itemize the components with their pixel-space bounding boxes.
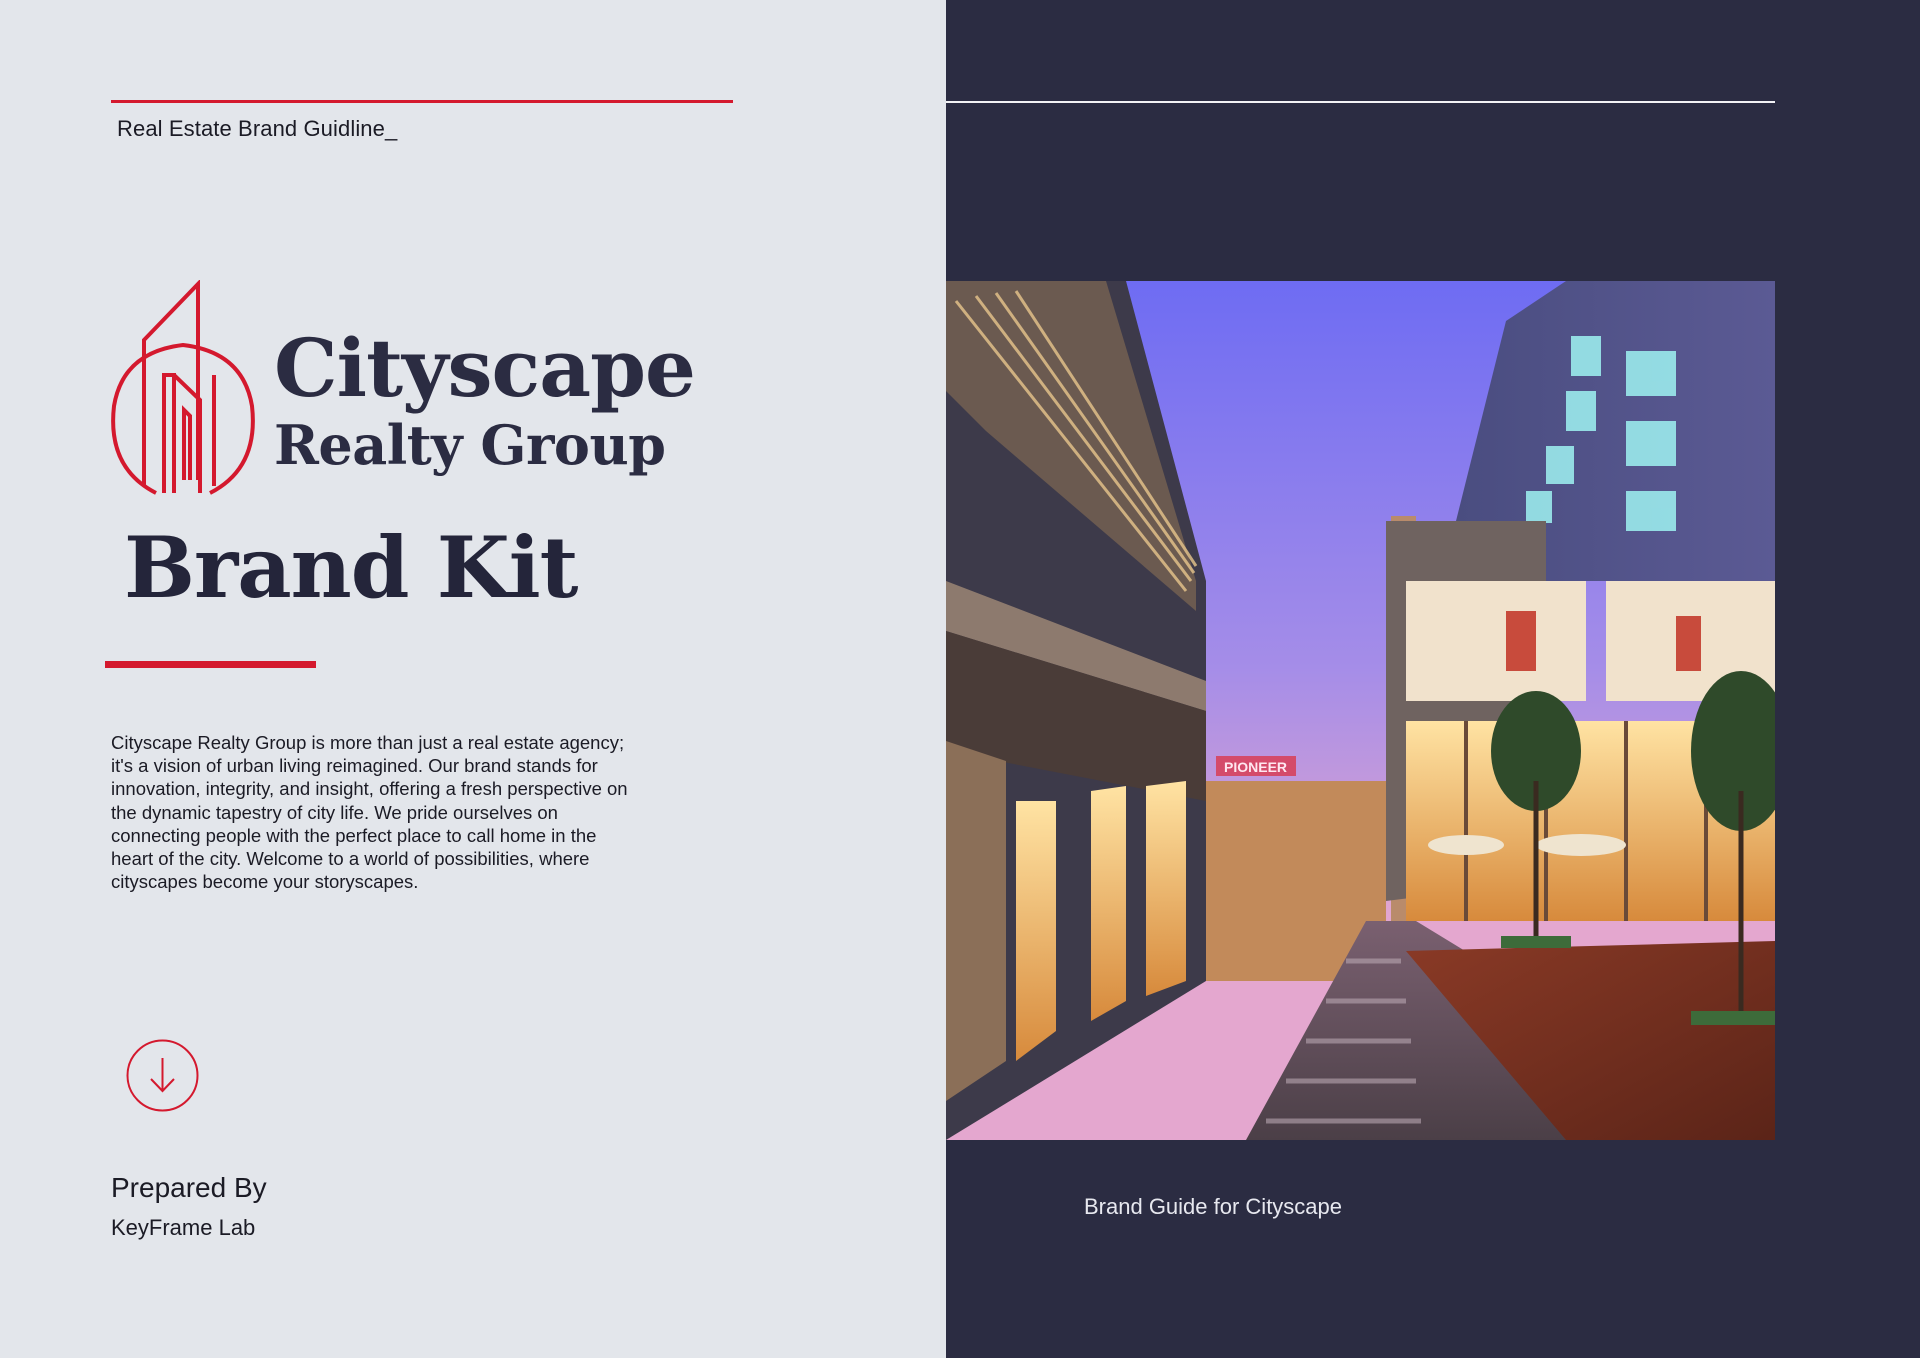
header-divider: [111, 100, 733, 103]
hero-image: PIONEER: [946, 281, 1775, 1140]
arrow-down-circle-icon[interactable]: [126, 1039, 199, 1112]
brand-description: Cityscape Realty Group is more than just…: [111, 732, 628, 893]
sign-text: PIONEER: [1224, 759, 1287, 775]
header-label: Real Estate Brand Guidline_: [117, 116, 398, 141]
prepared-by-label: Prepared By: [111, 1172, 267, 1203]
title-underline: [105, 661, 316, 668]
brand-subtitle: Realty Group: [274, 413, 666, 477]
street-render-image: PIONEER: [946, 281, 1775, 1140]
image-caption: Brand Guide for Cityscape: [1084, 1194, 1343, 1219]
prepared-by-value: KeyFrame Lab: [111, 1215, 256, 1240]
page-title: Brand Kit: [124, 518, 578, 617]
header-divider-right: [946, 101, 1775, 103]
building-logo-icon: [111, 280, 255, 495]
left-panel: [0, 0, 946, 1358]
brand-name: Cityscape: [274, 321, 696, 415]
